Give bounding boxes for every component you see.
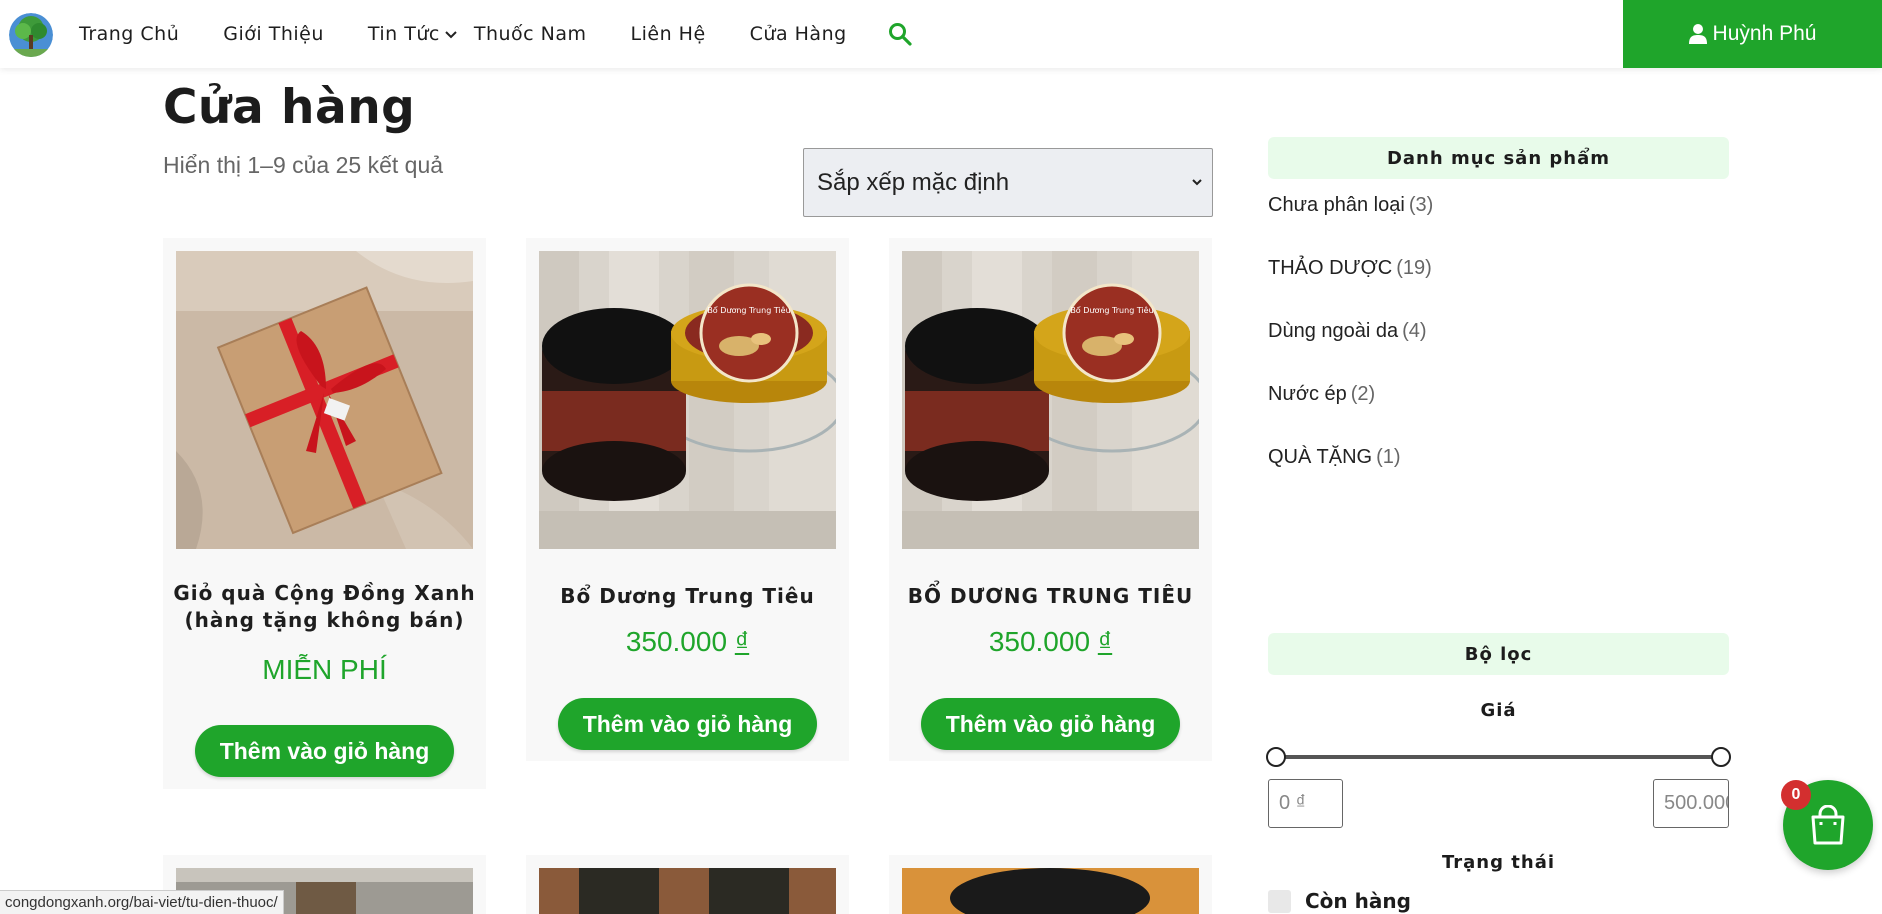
nav-lien-he[interactable]: Liên Hệ <box>631 23 706 45</box>
category-qua-tang[interactable]: QUÀ TẶNG (1) <box>1268 446 1401 469</box>
search-icon[interactable] <box>887 21 913 47</box>
currency-symbol: ₫ <box>1097 626 1113 657</box>
category-name: Dùng ngoài da <box>1268 320 1399 342</box>
categories-widget-title: Danh mục sản phẩm <box>1268 137 1729 179</box>
category-count: (4) <box>1402 320 1427 342</box>
nav-tin-tuc[interactable]: Tin Tức <box>368 23 460 45</box>
user-name: Huỳnh Phú <box>1712 22 1817 45</box>
nav-cua-hang[interactable]: Cửa Hàng <box>750 23 847 45</box>
category-count: (3) <box>1408 194 1434 216</box>
checkbox-box[interactable] <box>1268 889 1291 913</box>
product-price: 350.000 ₫ <box>889 626 1212 658</box>
product-price-value: 350.000 <box>988 626 1091 657</box>
result-count: Hiển thị 1–9 của 25 kết quả <box>163 152 444 178</box>
price-max-input[interactable]: 500.000 ₫ <box>1653 779 1729 828</box>
sort-select[interactable]: Sắp xếp mặc định <box>803 148 1213 217</box>
link-status-bar: congdongxanh.org/bai-viet/tu-dien-thuoc/ <box>0 890 284 914</box>
product-name[interactable]: BỔ DƯƠNG TRUNG TIÊU <box>889 583 1212 610</box>
nav-trang-chu[interactable]: Trang Chủ <box>79 23 179 45</box>
product-card <box>889 855 1212 914</box>
jar-label-text: Bổ Dương Trung Tiêu <box>707 305 790 315</box>
main-nav: Trang Chủ Giới Thiệu Tin Tức Thuốc Nam L… <box>79 0 913 68</box>
jar-label-text: Bổ Dương Trung Tiêu <box>1070 305 1153 315</box>
product-image[interactable] <box>176 251 473 549</box>
category-count: (19) <box>1396 257 1432 279</box>
category-name: QUÀ TẶNG <box>1268 446 1373 468</box>
user-account-button[interactable]: Huỳnh Phú <box>1623 0 1882 68</box>
cart-count-badge: 0 <box>1781 780 1811 810</box>
currency-symbol: ₫ <box>734 626 750 657</box>
add-to-cart-button[interactable]: Thêm vào giỏ hàng <box>195 725 454 777</box>
product-name[interactable]: Bổ Dương Trung Tiêu <box>526 583 849 610</box>
chevron-down-icon <box>1192 179 1202 186</box>
category-name: Nước ép <box>1268 383 1347 405</box>
product-card: Bổ Dương Trung Tiêu Bổ Dương Trung Tiêu … <box>526 238 849 761</box>
sort-selected-value: Sắp xếp mặc định <box>817 168 1010 196</box>
category-dung-ngoai-da[interactable]: Dùng ngoài da (4) <box>1268 320 1427 343</box>
product-price-value: MIỄN PHÍ <box>262 654 387 685</box>
product-price-value: 350.000 <box>625 626 728 657</box>
add-to-cart-button[interactable]: Thêm vào giỏ hàng <box>921 698 1180 750</box>
category-thao-duoc[interactable]: THẢO DƯỢC (19) <box>1268 257 1432 280</box>
product-name[interactable]: Giỏ quà Cộng Đồng Xanh (hàng tặng không … <box>163 580 486 634</box>
in-stock-label: Còn hàng <box>1305 889 1411 913</box>
product-image[interactable] <box>539 868 836 914</box>
site-logo[interactable] <box>9 13 53 57</box>
product-card: Giỏ quà Cộng Đồng Xanh (hàng tặng không … <box>163 238 486 789</box>
chevron-down-icon <box>445 31 457 39</box>
price-slider-track[interactable] <box>1276 755 1721 759</box>
filter-widget-title: Bộ lọc <box>1268 633 1729 675</box>
category-nuoc-ep[interactable]: Nước ép (2) <box>1268 383 1375 406</box>
product-image[interactable] <box>902 868 1199 914</box>
category-name: THẢO DƯỢC <box>1268 257 1393 279</box>
product-image[interactable]: Bổ Dương Trung Tiêu <box>902 251 1199 549</box>
nav-thuoc-nam[interactable]: Thuốc Nam <box>474 23 587 45</box>
price-min-input[interactable]: 0 ₫ <box>1268 779 1343 828</box>
product-price: MIỄN PHÍ <box>163 654 486 686</box>
price-max-value: 500.000 ₫ <box>1664 792 1728 814</box>
user-icon <box>1688 24 1707 44</box>
product-card <box>526 855 849 914</box>
price-min-value: 0 ₫ <box>1279 792 1306 814</box>
stock-status-label: Trạng thái <box>1441 852 1556 873</box>
price-filter-label: Giá <box>1480 700 1517 721</box>
nav-tin-tuc-label: Tin Tức <box>367 23 440 45</box>
product-price: 350.000 ₫ <box>526 626 849 658</box>
category-count: (2) <box>1350 383 1376 405</box>
price-slider-max-handle[interactable] <box>1711 747 1731 767</box>
nav-gioi-thieu[interactable]: Giới Thiệu <box>223 23 324 45</box>
category-chua-phan-loai[interactable]: Chưa phân loại (3) <box>1268 194 1433 217</box>
category-count: (1) <box>1376 446 1401 468</box>
price-slider-min-handle[interactable] <box>1266 747 1286 767</box>
product-card: Bổ Dương Trung Tiêu BỔ DƯƠNG TRUNG TIÊU … <box>889 238 1212 761</box>
page-title: Cửa hàng <box>163 80 416 135</box>
category-name: Chưa phân loại <box>1268 194 1405 216</box>
add-to-cart-button[interactable]: Thêm vào giỏ hàng <box>558 698 817 750</box>
shopping-bag-icon <box>1811 805 1845 845</box>
in-stock-checkbox[interactable]: Còn hàng <box>1268 889 1411 913</box>
site-header: Trang Chủ Giới Thiệu Tin Tức Thuốc Nam L… <box>0 0 1882 68</box>
product-image[interactable]: Bổ Dương Trung Tiêu <box>539 251 836 549</box>
